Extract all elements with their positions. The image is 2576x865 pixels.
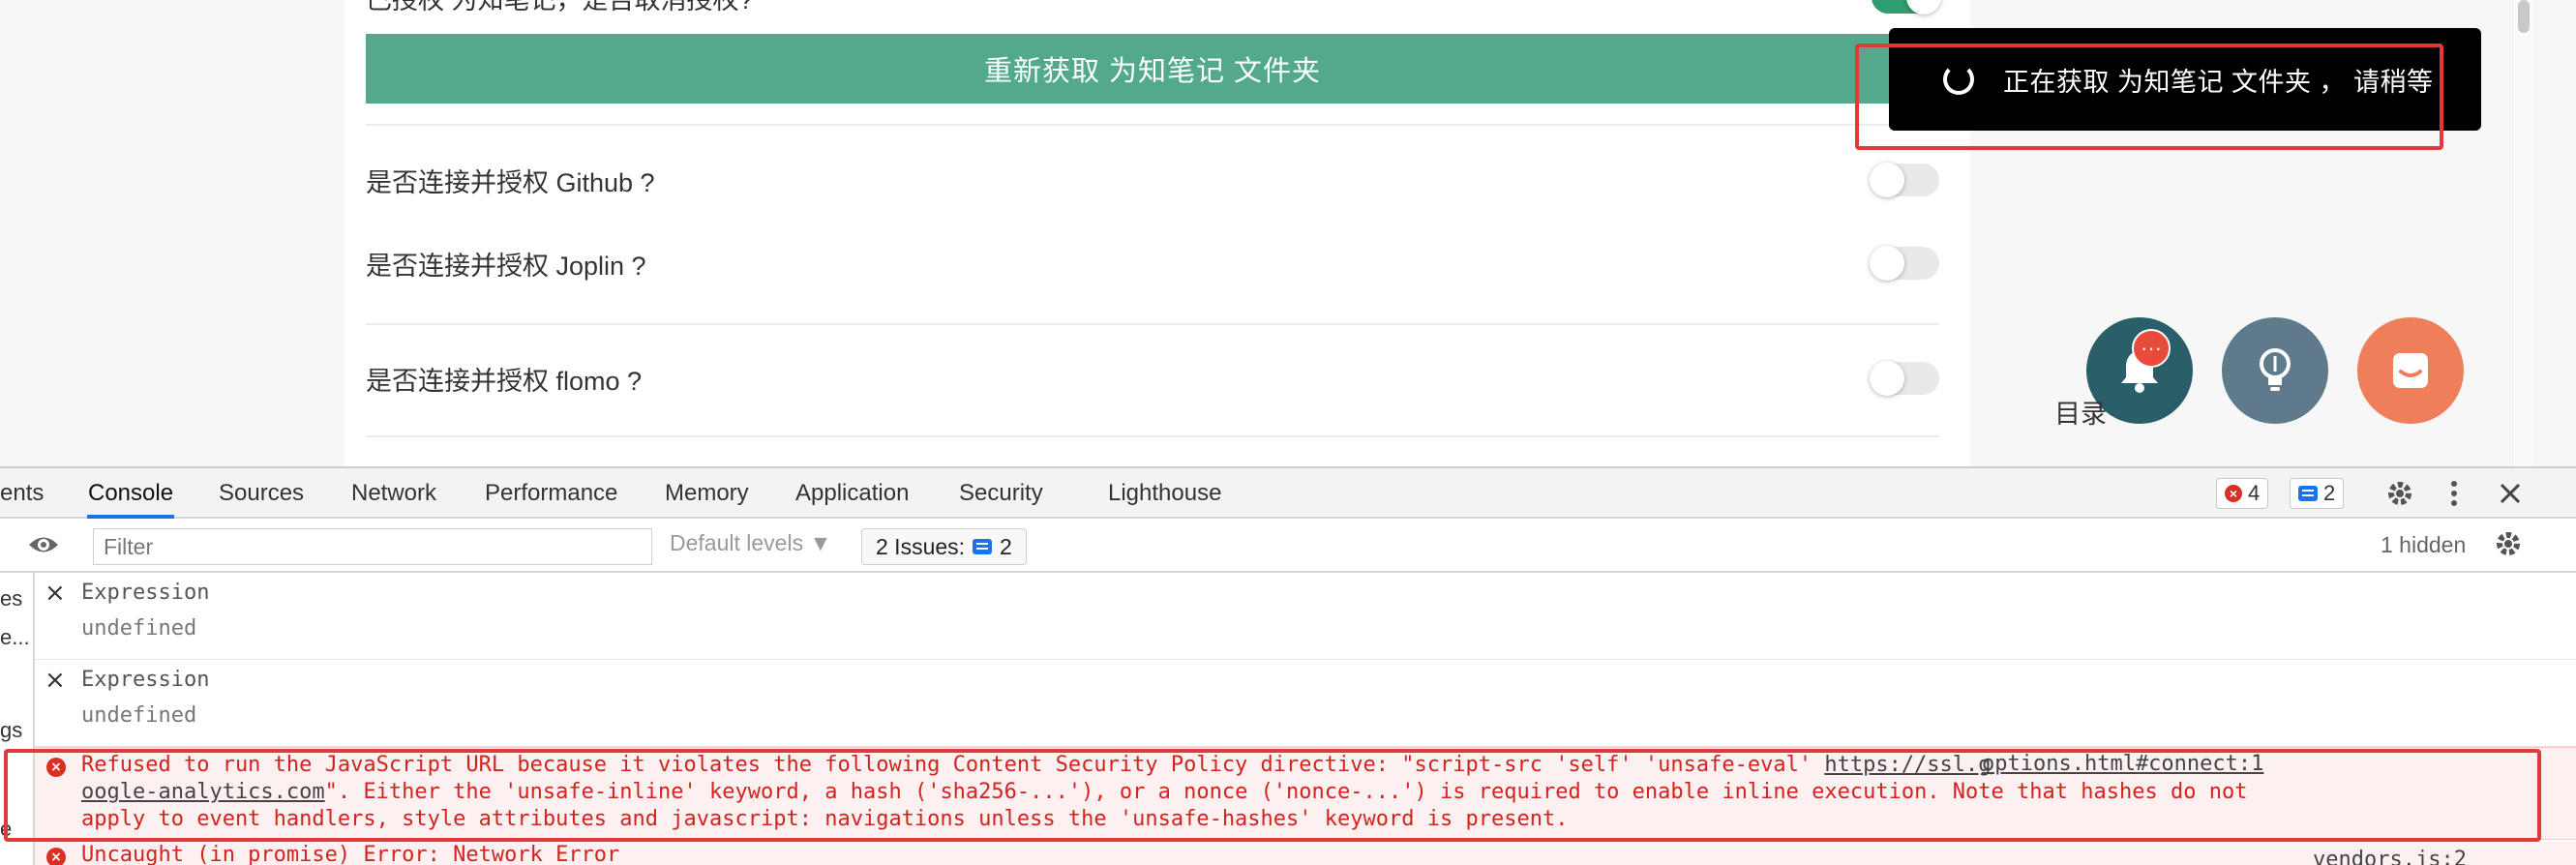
setting-row-github: 是否连接并授权 Github ? — [366, 145, 1939, 215]
message-icon — [2298, 486, 2318, 501]
setting-label: 是否连接并授权 Joplin ? — [366, 251, 646, 281]
tab-console[interactable]: Console — [87, 468, 175, 519]
expression-label: Expression — [81, 668, 210, 692]
error-source-link[interactable]: options.html#connect:1 — [1982, 752, 2263, 776]
flomo-auth-toggle[interactable] — [1870, 361, 1939, 396]
toggle-knob — [1906, 0, 1941, 15]
tab-performance[interactable]: Performance — [485, 468, 617, 519]
console-settings-gear-icon[interactable] — [2491, 526, 2526, 561]
error-counter[interactable]: × 4 — [2216, 478, 2269, 509]
error-text: Uncaught (in promise) Error: Network Err… — [81, 843, 620, 865]
expression-label: Expression — [81, 581, 210, 605]
message-icon — [973, 539, 993, 554]
eye-icon[interactable] — [27, 532, 60, 557]
devtools-panel: ents Console Sources Network Performance… — [0, 466, 2576, 865]
loading-toast: 正在获取 为知笔记 文件夹 ， 请稍等 — [1889, 28, 2481, 131]
error-icon: × — [46, 758, 66, 777]
toast-text: 正在获取 为知笔记 文件夹 ， 请稍等 — [2003, 67, 2434, 97]
sidebar-item[interactable]: es — [0, 586, 22, 611]
error-count: 4 — [2248, 481, 2261, 505]
tab-memory[interactable]: Memory — [665, 468, 749, 519]
issues-count: 2 — [1000, 533, 1012, 559]
expression-value: undefined — [81, 703, 197, 728]
tab-application[interactable]: Application — [795, 468, 909, 519]
divider — [366, 124, 1939, 126]
message-counter[interactable]: 2 — [2290, 478, 2345, 509]
close-icon[interactable]: × — [45, 666, 66, 695]
sidebar-item[interactable]: gs — [0, 718, 22, 743]
tab-elements[interactable]: ents — [0, 468, 44, 519]
console-toolbar: Default levels ▼ 2 Issues: 2 1 hidden — [0, 519, 2576, 573]
error-text: Refused to run the JavaScript URL becaus… — [81, 753, 1825, 777]
app-area: 已授权 为知笔记，是否取消授权? 重新获取 为知笔记 文件夹 是否连接并授权 G… — [0, 0, 2576, 466]
toc-label[interactable]: 目录 — [2054, 393, 2107, 431]
sidebar-item[interactable]: e — [0, 817, 12, 842]
kebab-menu-icon[interactable] — [2437, 476, 2471, 511]
console-messages: × Expression undefined × Expression unde… — [35, 573, 2576, 865]
tab-network[interactable]: Network — [351, 468, 436, 519]
gear-icon[interactable] — [2382, 476, 2417, 511]
message-count: 2 — [2323, 481, 2336, 505]
error-line-2: oogle-analytics.com". Either the 'unsafe… — [81, 779, 2247, 806]
tab-lighthouse[interactable]: Lighthouse — [1108, 468, 1221, 519]
error-source-link[interactable]: vendors.js:2 — [2313, 848, 2467, 865]
console-filter-input[interactable] — [93, 528, 652, 565]
console-sidebar: es e... gs e — [0, 573, 35, 865]
issues-label: 2 Issues: — [876, 533, 966, 559]
close-icon[interactable]: × — [45, 579, 66, 608]
toggle-knob — [1870, 163, 1904, 197]
error-line-1: Refused to run the JavaScript URL becaus… — [81, 752, 1992, 779]
console-expression-entry: × Expression undefined — [35, 660, 2576, 747]
setting-row-flomo: 是否连接并授权 flomo ? — [366, 325, 1939, 437]
page-scrollbar[interactable] — [2512, 0, 2533, 466]
sidebar-item[interactable]: e... — [0, 625, 30, 650]
tab-sources[interactable]: Sources — [219, 468, 304, 519]
setting-row-joplin: 是否连接并授权 Joplin ? — [366, 232, 1939, 325]
joplin-auth-toggle[interactable] — [1870, 246, 1939, 281]
console-error-entry: × Refused to run the JavaScript URL beca… — [35, 747, 2576, 840]
error-line-3: apply to event handlers, style attribute… — [81, 807, 1569, 831]
scrollbar-thumb[interactable] — [2518, 0, 2530, 33]
error-url-link[interactable]: https://ssl.g — [1824, 753, 1991, 777]
github-auth-toggle[interactable] — [1870, 163, 1939, 197]
error-text: ". Either the 'unsafe-inline' keyword, a… — [324, 780, 2248, 804]
tips-button[interactable] — [2222, 317, 2328, 424]
log-levels-select[interactable]: Default levels ▼ — [670, 530, 831, 556]
wiz-auth-toggle[interactable] — [1872, 0, 1941, 15]
setting-label: 是否连接并授权 Github ? — [366, 167, 655, 197]
setting-label: 是否连接并授权 flomo ? — [366, 366, 643, 396]
chat-icon — [2393, 353, 2428, 388]
issues-button[interactable]: 2 Issues: 2 — [861, 528, 1027, 565]
toggle-knob — [1870, 361, 1904, 396]
settings-panel: 已授权 为知笔记，是否取消授权? 重新获取 为知笔记 文件夹 是否连接并授权 G… — [344, 0, 1970, 466]
error-icon: × — [2225, 485, 2242, 502]
expression-value: undefined — [81, 616, 197, 641]
setting-row-wiz-auth: 已授权 为知笔记，是否取消授权? — [366, 0, 1941, 15]
close-icon[interactable] — [2493, 476, 2528, 511]
chat-button[interactable] — [2357, 317, 2464, 424]
notification-badge: ··· — [2132, 329, 2171, 368]
bulb-icon — [2260, 348, 2291, 391]
devtools-tabbar: ents Console Sources Network Performance… — [0, 468, 2576, 519]
tab-security[interactable]: Security — [959, 468, 1043, 519]
refetch-folders-button[interactable]: 重新获取 为知笔记 文件夹 — [366, 34, 1939, 104]
error-url-link[interactable]: oogle-analytics.com — [81, 780, 325, 804]
console-expression-entry: × Expression undefined — [35, 573, 2576, 660]
error-icon: × — [46, 848, 66, 865]
setting-label: 已授权 为知笔记，是否取消授权? — [366, 0, 754, 16]
toggle-knob — [1870, 246, 1904, 281]
hidden-messages-count: 1 hidden — [2381, 532, 2467, 557]
spinner-icon — [1943, 64, 1974, 95]
console-error-entry: × Uncaught (in promise) Error: Network E… — [35, 842, 2576, 865]
